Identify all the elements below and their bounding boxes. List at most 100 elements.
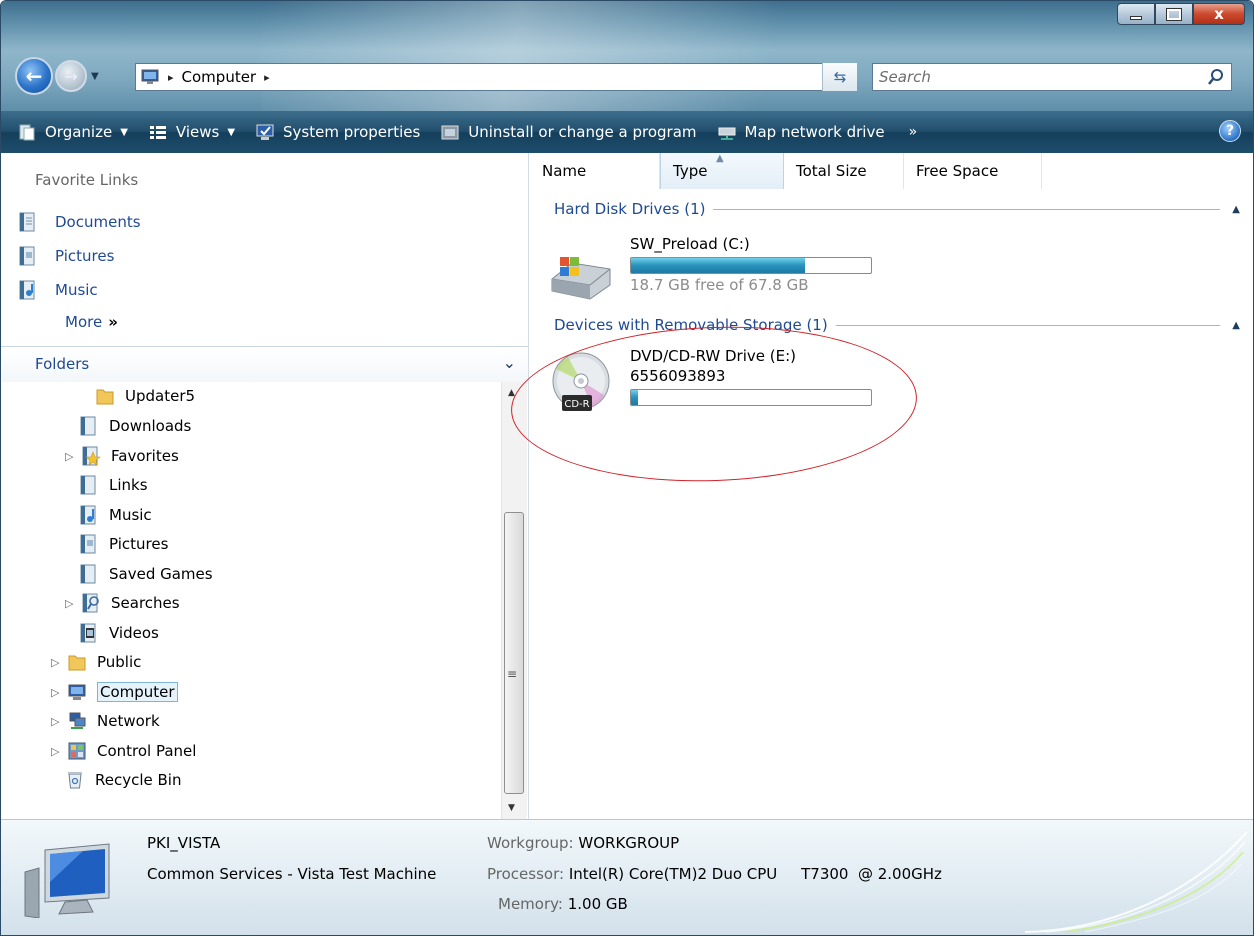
scrollbar-grip-icon: ≡ (507, 667, 518, 681)
tree-item-saved-games[interactable]: Saved Games (79, 560, 213, 588)
drive-usage-fill (631, 258, 805, 273)
tree-item-label: Downloads (109, 417, 192, 435)
drive-usage-fill (631, 390, 639, 405)
tree-item-label: Network (97, 712, 160, 730)
expand-arrow-icon[interactable]: ▷ (51, 745, 65, 758)
collapse-group-icon[interactable]: ▲ (1232, 204, 1240, 215)
scroll-down-icon[interactable]: ▼ (508, 803, 515, 813)
group-header-removable-storage[interactable]: Devices with Removable Storage (1) ▲ (530, 313, 1240, 337)
favorite-link-label: Pictures (55, 247, 115, 265)
tree-item-network[interactable]: ▷ Network (51, 707, 160, 735)
tree-item-label: Searches (111, 594, 180, 612)
expand-arrow-icon[interactable]: ▷ (65, 597, 79, 610)
tree-item-videos[interactable]: Videos (79, 619, 159, 647)
tree-item-public[interactable]: ▷ Public (51, 648, 141, 676)
map-network-drive-button[interactable]: Map network drive (717, 123, 885, 141)
uninstall-program-button[interactable]: Uninstall or change a program (440, 123, 697, 141)
help-button[interactable]: ? (1219, 120, 1241, 142)
search-icon[interactable] (1205, 67, 1227, 87)
tree-item-searches[interactable]: ▷ Searches (65, 589, 180, 617)
breadcrumb-computer[interactable]: Computer (182, 68, 257, 86)
views-label: Views (175, 123, 220, 141)
expand-arrow-icon[interactable]: ▷ (51, 656, 65, 669)
tree-item-links[interactable]: Links (79, 471, 148, 499)
tree-item-downloads[interactable]: Downloads (79, 412, 191, 440)
group-header-hard-disk-drives[interactable]: Hard Disk Drives (1) ▲ (530, 197, 1240, 221)
navigation-pane: Favorite Links Documents Pictures Music … (1, 153, 529, 819)
tree-item-control-panel[interactable]: ▷ Control Panel (51, 737, 196, 765)
tree-item-label: Computer (97, 682, 178, 702)
column-headers: Name ▲ Type Total Size Free Space (530, 153, 1253, 189)
expand-arrow-icon[interactable]: ▷ (51, 715, 65, 728)
tree-item-recycle-bin[interactable]: Recycle Bin (65, 766, 181, 794)
favorite-link-documents[interactable]: Documents (19, 205, 141, 239)
folder-icon (96, 389, 114, 405)
folder-tree-scrollbar[interactable]: ▲ ≡ ▼ (501, 382, 527, 819)
minimize-button[interactable] (1117, 3, 1155, 25)
folders-header-bar[interactable]: Folders ⌄ (1, 346, 528, 382)
processor-value: Intel(R) Core(TM)2 Duo CPU T7300 @ 2.00G… (568, 865, 942, 883)
tree-item-pictures[interactable]: Pictures (79, 530, 168, 558)
details-pane: PKI_VISTA Common Services - Vista Test M… (1, 819, 1253, 935)
forward-arrow-icon: → (64, 66, 78, 86)
uninstall-icon (441, 125, 459, 140)
collapse-group-icon[interactable]: ▲ (1232, 320, 1240, 331)
cd-r-icon-label: CD-R (564, 399, 589, 410)
caption-buttons: x (1117, 3, 1245, 25)
address-bar[interactable]: ▸ Computer ▸ ▼ (135, 63, 857, 91)
drive-usage-bar (630, 389, 872, 406)
close-button[interactable]: x (1193, 3, 1245, 25)
tree-item-updater5[interactable]: Updater5 (95, 382, 195, 410)
column-header-total-size[interactable]: Total Size (784, 153, 904, 189)
group-divider (713, 208, 1221, 210)
expand-arrow-icon[interactable]: ▷ (51, 686, 65, 699)
tree-item-label: Updater5 (125, 387, 196, 405)
more-chevron-icon: » (108, 313, 118, 331)
back-button[interactable]: ← (15, 57, 53, 95)
navigation-buttons: ← → ▼ (15, 57, 99, 95)
pictures-icon (19, 246, 35, 266)
tree-item-computer[interactable]: ▷ Computer (51, 678, 178, 706)
more-commands-button[interactable]: » (909, 124, 918, 140)
help-icon: ? (1225, 123, 1235, 139)
maximize-button[interactable] (1155, 3, 1193, 25)
search-box[interactable] (872, 63, 1232, 91)
column-header-free-space[interactable]: Free Space (904, 153, 1042, 189)
breadcrumb-separator[interactable]: ▸ (264, 71, 270, 84)
refresh-button[interactable]: ⇆ (822, 63, 857, 91)
close-icon: x (1214, 5, 1224, 23)
tree-item-music[interactable]: Music (79, 501, 152, 529)
computer-icon (24, 843, 110, 918)
tree-item-favorites[interactable]: ▷ Favorites (65, 442, 179, 470)
hard-disk-icon (551, 257, 611, 300)
expand-arrow-icon[interactable]: ▷ (65, 450, 79, 463)
organize-menu[interactable]: Organize ▼ (17, 123, 128, 141)
scroll-up-icon[interactable]: ▲ (508, 388, 515, 398)
drive-item-c[interactable]: SW_Preload (C:) 18.7 GB free of 67.8 GB (548, 229, 872, 309)
system-properties-button[interactable]: System properties (255, 123, 420, 141)
computer-icon (141, 69, 159, 84)
search-input[interactable] (873, 68, 1173, 86)
system-properties-icon (256, 124, 274, 140)
drive-item-e[interactable]: CD-R DVD/CD-RW Drive (E:) 6556093893 (548, 341, 872, 421)
network-icon (69, 712, 86, 729)
favorite-link-music[interactable]: Music (19, 273, 141, 307)
videos-icon (80, 623, 96, 643)
views-menu[interactable]: Views ▼ (148, 123, 235, 141)
recent-pages-dropdown[interactable]: ▼ (91, 71, 99, 82)
workgroup-row: Workgroup: WORKGROUP (487, 834, 679, 852)
column-header-name[interactable]: Name (530, 153, 660, 189)
forward-button[interactable]: → (55, 60, 87, 92)
drive-name: SW_Preload (C:) (630, 235, 750, 253)
favorite-link-pictures[interactable]: Pictures (19, 239, 141, 273)
computer-name: PKI_VISTA (147, 834, 221, 852)
breadcrumb-separator[interactable]: ▸ (168, 71, 174, 84)
music-icon (19, 280, 35, 300)
pictures-icon (80, 534, 96, 554)
group-label: Hard Disk Drives (1) (554, 200, 706, 218)
favorite-links-header: Favorite Links (35, 171, 139, 189)
scrollbar-thumb[interactable] (504, 512, 524, 794)
more-favorites-link[interactable]: More » (65, 313, 118, 331)
column-header-type[interactable]: ▲ Type (660, 153, 784, 189)
system-properties-label: System properties (283, 123, 421, 141)
